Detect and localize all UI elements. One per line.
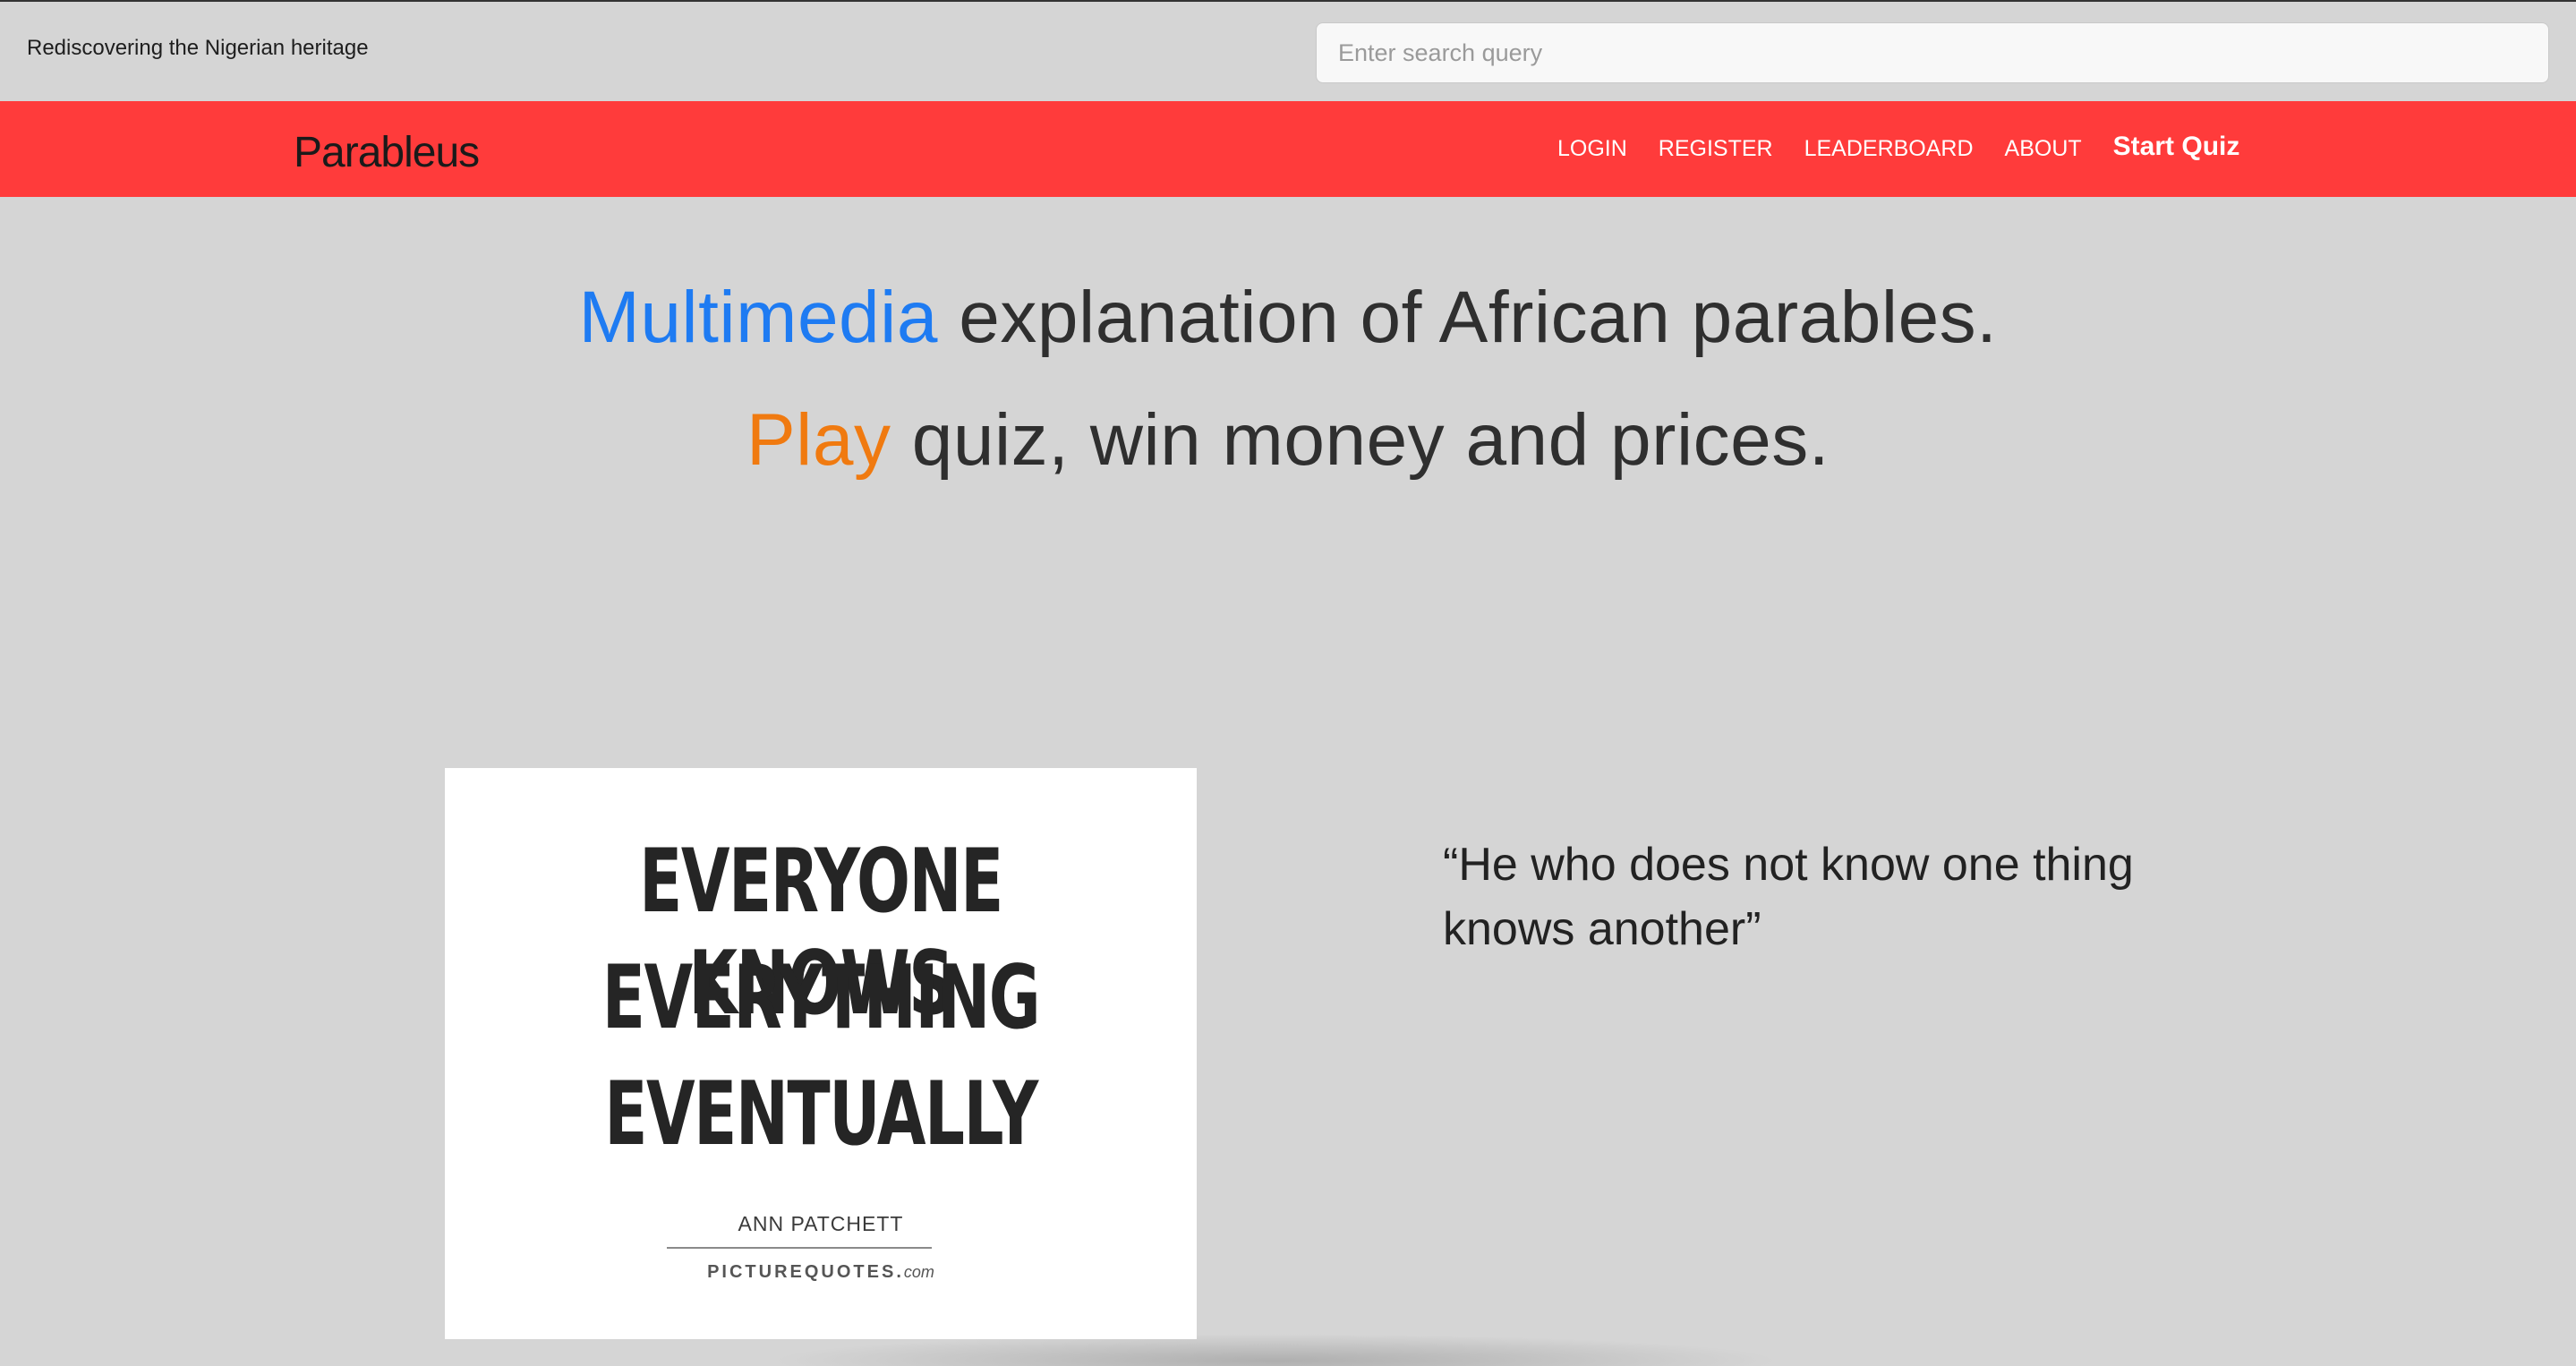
hero-line-2-text: quiz, win money and prices. [891,399,1830,481]
quote-image-divider [667,1247,932,1249]
hero-line-1-text: explanation of African parables. [937,277,1998,358]
brand-logo[interactable]: Parableus [294,128,480,177]
featured-quote-image: EVERYONE KNOWS EVERYTHING EVENTUALLY ANN… [445,768,1197,1339]
start-quiz-link[interactable]: Start Quiz [2113,132,2240,162]
quote-image-site-suffix: com [903,1263,934,1281]
nav-about[interactable]: ABOUT [2005,136,2082,162]
page: Rediscovering the Nigerian heritage Para… [0,0,2576,1366]
quote-image-author: ANN PATCHETT [738,1212,904,1235]
main-navbar: Parableus LOGIN REGISTER LEADERBOARD ABO… [0,101,2576,197]
top-bar: Rediscovering the Nigerian heritage [0,0,2576,101]
quote-image-site-name: PICTUREQUOTES. [707,1262,904,1282]
parable-text: “He who does not know one thing knows an… [1443,839,2134,955]
site-tagline: Rediscovering the Nigerian heritage [27,36,369,60]
nav-login[interactable]: LOGIN [1557,136,1627,162]
quote-image-line: EVENTUALLY [604,1063,1038,1165]
hero-line-2: Play quiz, win money and prices. [0,398,2576,482]
hero-line-2-highlight: Play [746,399,891,481]
quote-image-site: PICTUREQUOTES.com [445,1262,1197,1283]
nav-register[interactable]: REGISTER [1659,136,1773,162]
quote-image-line: EVERYTHING [601,947,1041,1049]
nav-links: LOGIN REGISTER LEADERBOARD ABOUT Start Q… [1557,132,2240,162]
hero-line-1: Multimedia explanation of African parabl… [0,276,2576,360]
search-input[interactable] [1316,22,2549,83]
nav-leaderboard[interactable]: LEADERBOARD [1804,136,1974,162]
hero-line-1-highlight: Multimedia [578,277,938,358]
